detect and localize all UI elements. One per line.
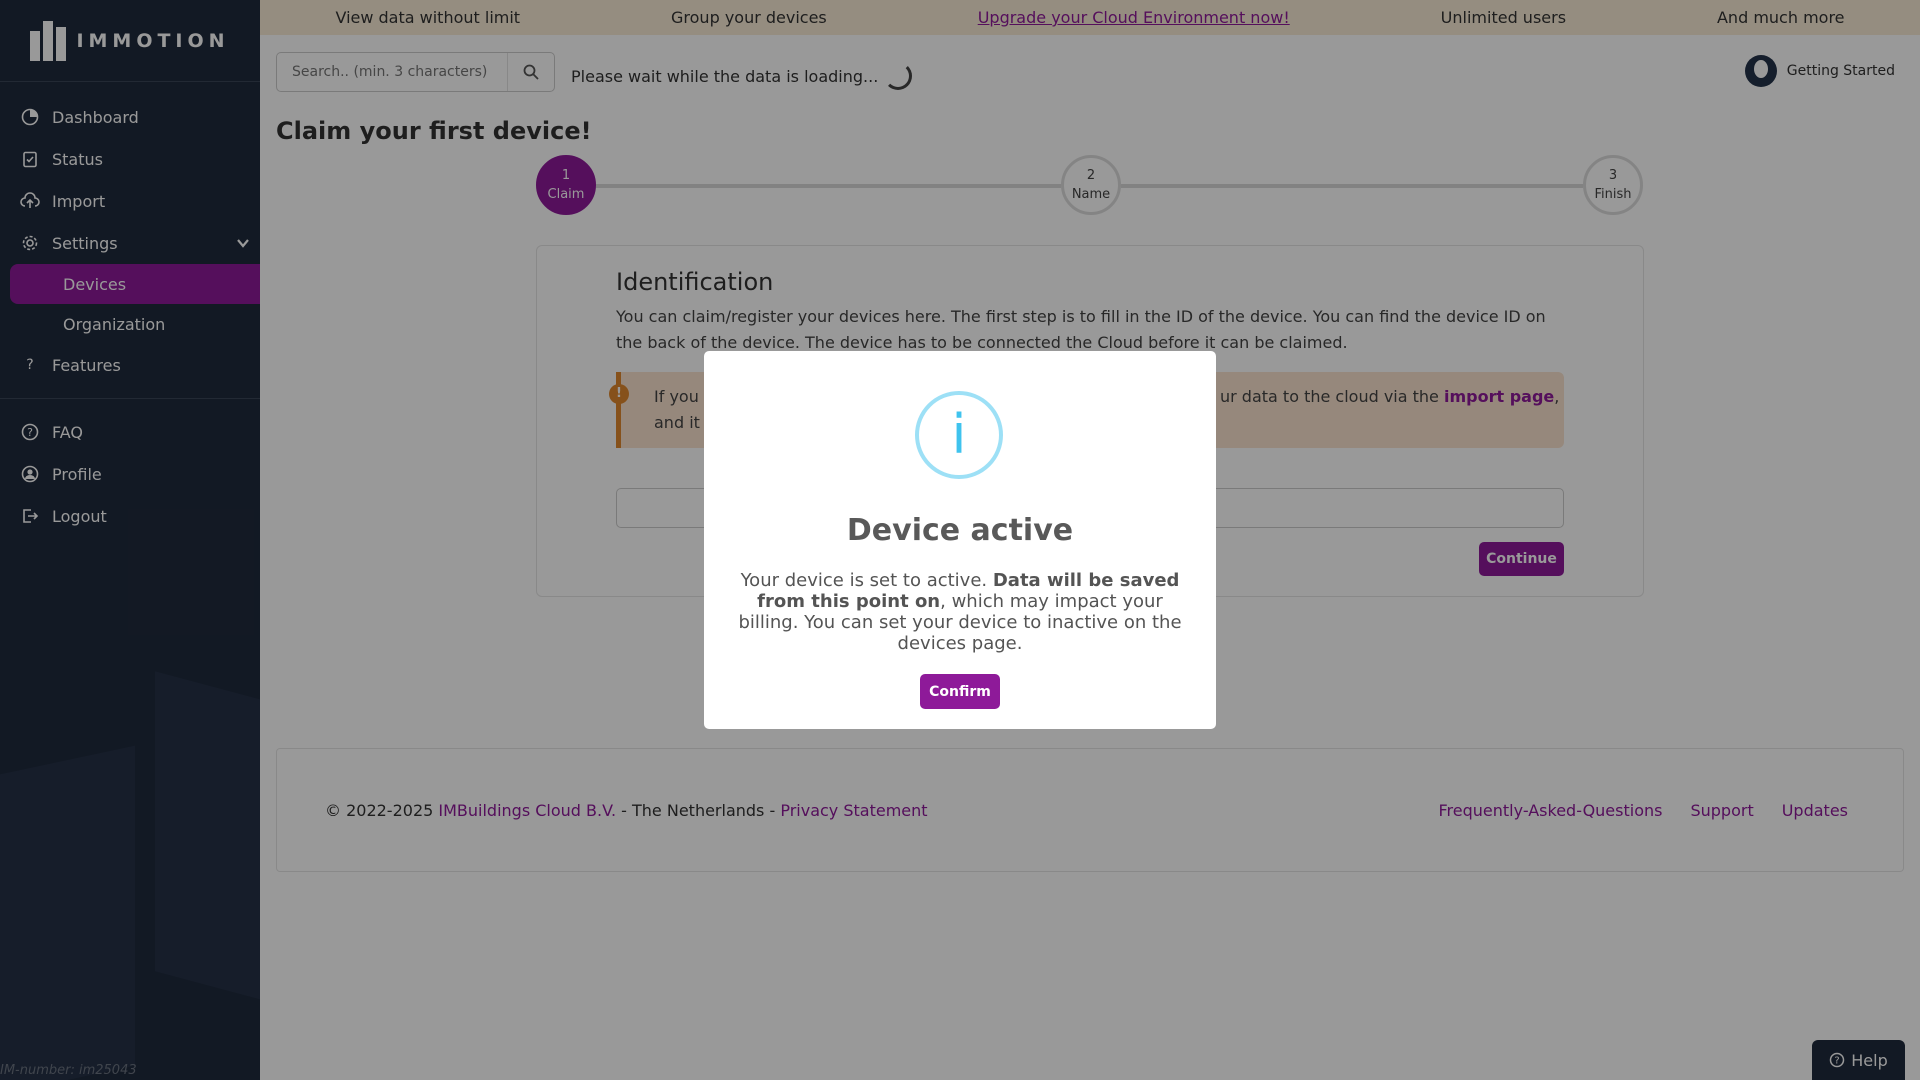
confirm-button[interactable]: Confirm bbox=[920, 674, 1000, 709]
modal-title: Device active bbox=[846, 513, 1074, 548]
modal-message: Your device is set to active. Data will … bbox=[734, 570, 1186, 654]
device-active-modal: i Device active Your device is set to ac… bbox=[704, 351, 1216, 729]
info-icon: i bbox=[915, 391, 1003, 479]
modal-text: Your device is set to active. bbox=[740, 570, 993, 591]
